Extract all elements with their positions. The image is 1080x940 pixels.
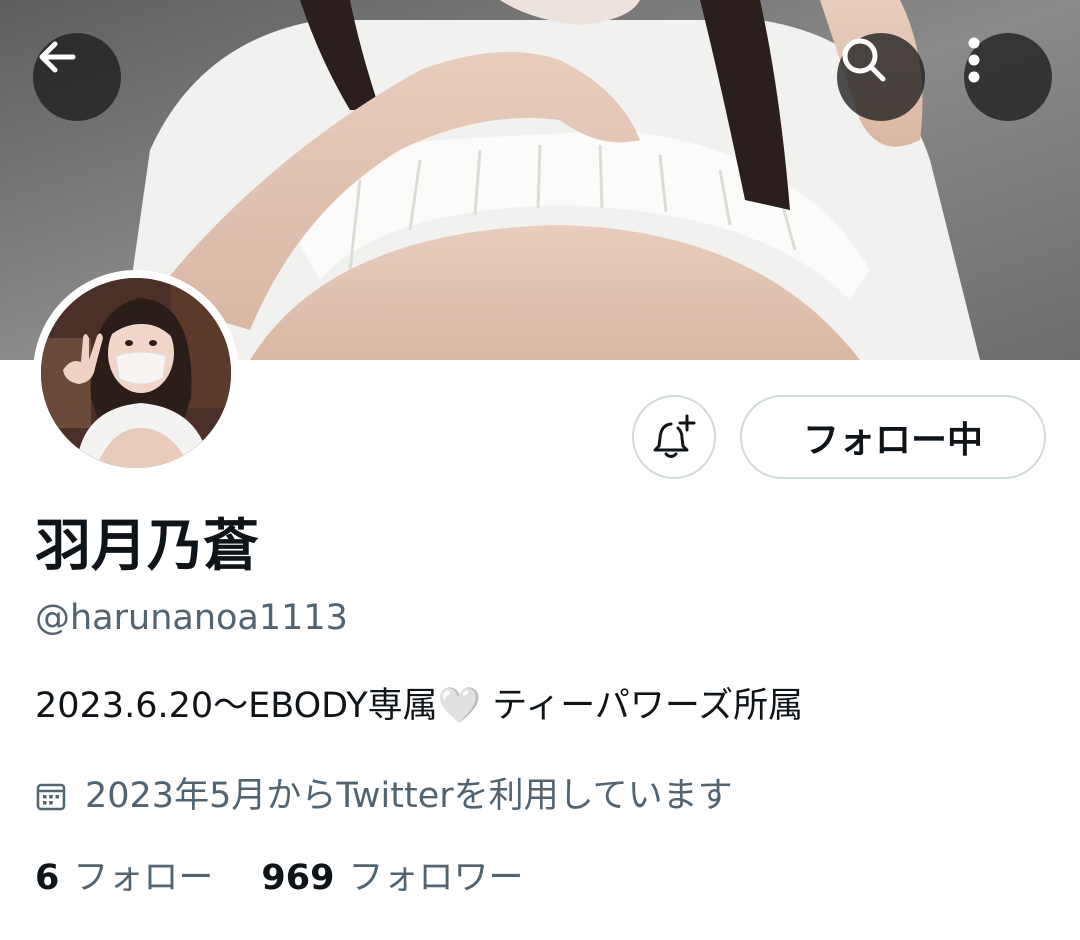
calendar-icon: [35, 780, 67, 812]
following-button[interactable]: フォロー中: [740, 395, 1046, 479]
user-handle: @harunanoa1113: [35, 598, 348, 638]
more-button[interactable]: [964, 33, 1052, 121]
more-vertical-icon: [968, 37, 980, 83]
avatar-border: [33, 270, 239, 476]
join-date-text: 2023年5月からTwitterを利用しています: [85, 776, 733, 816]
profile-bio: 2023.6.20〜EBODY専属🤍 ティーパワーズ所属: [35, 686, 804, 726]
notification-button[interactable]: [632, 395, 716, 479]
avatar[interactable]: [41, 278, 231, 468]
back-button[interactable]: [33, 33, 121, 121]
following-count: 6: [35, 858, 60, 898]
display-name: 羽月乃蒼: [35, 514, 259, 579]
follow-stats: 6 フォロー 969 フォロワー: [35, 856, 523, 900]
search-button[interactable]: [837, 33, 925, 121]
bell-plus-icon: [653, 414, 696, 458]
search-icon: [842, 38, 886, 82]
followers-count: 969: [261, 858, 335, 898]
followers-link[interactable]: 969 フォロワー: [261, 856, 523, 900]
back-arrow-icon: [39, 41, 76, 73]
following-link[interactable]: 6 フォロー: [35, 856, 213, 900]
avatar-image: [41, 278, 231, 468]
join-date: 2023年5月からTwitterを利用しています: [35, 774, 733, 818]
following-label: フォロー: [73, 858, 214, 898]
profile-page: フォロー中 羽月乃蒼 @harunanoa1113 2023.6.20〜EBOD…: [0, 0, 1080, 940]
followers-label: フォロワー: [348, 858, 524, 898]
